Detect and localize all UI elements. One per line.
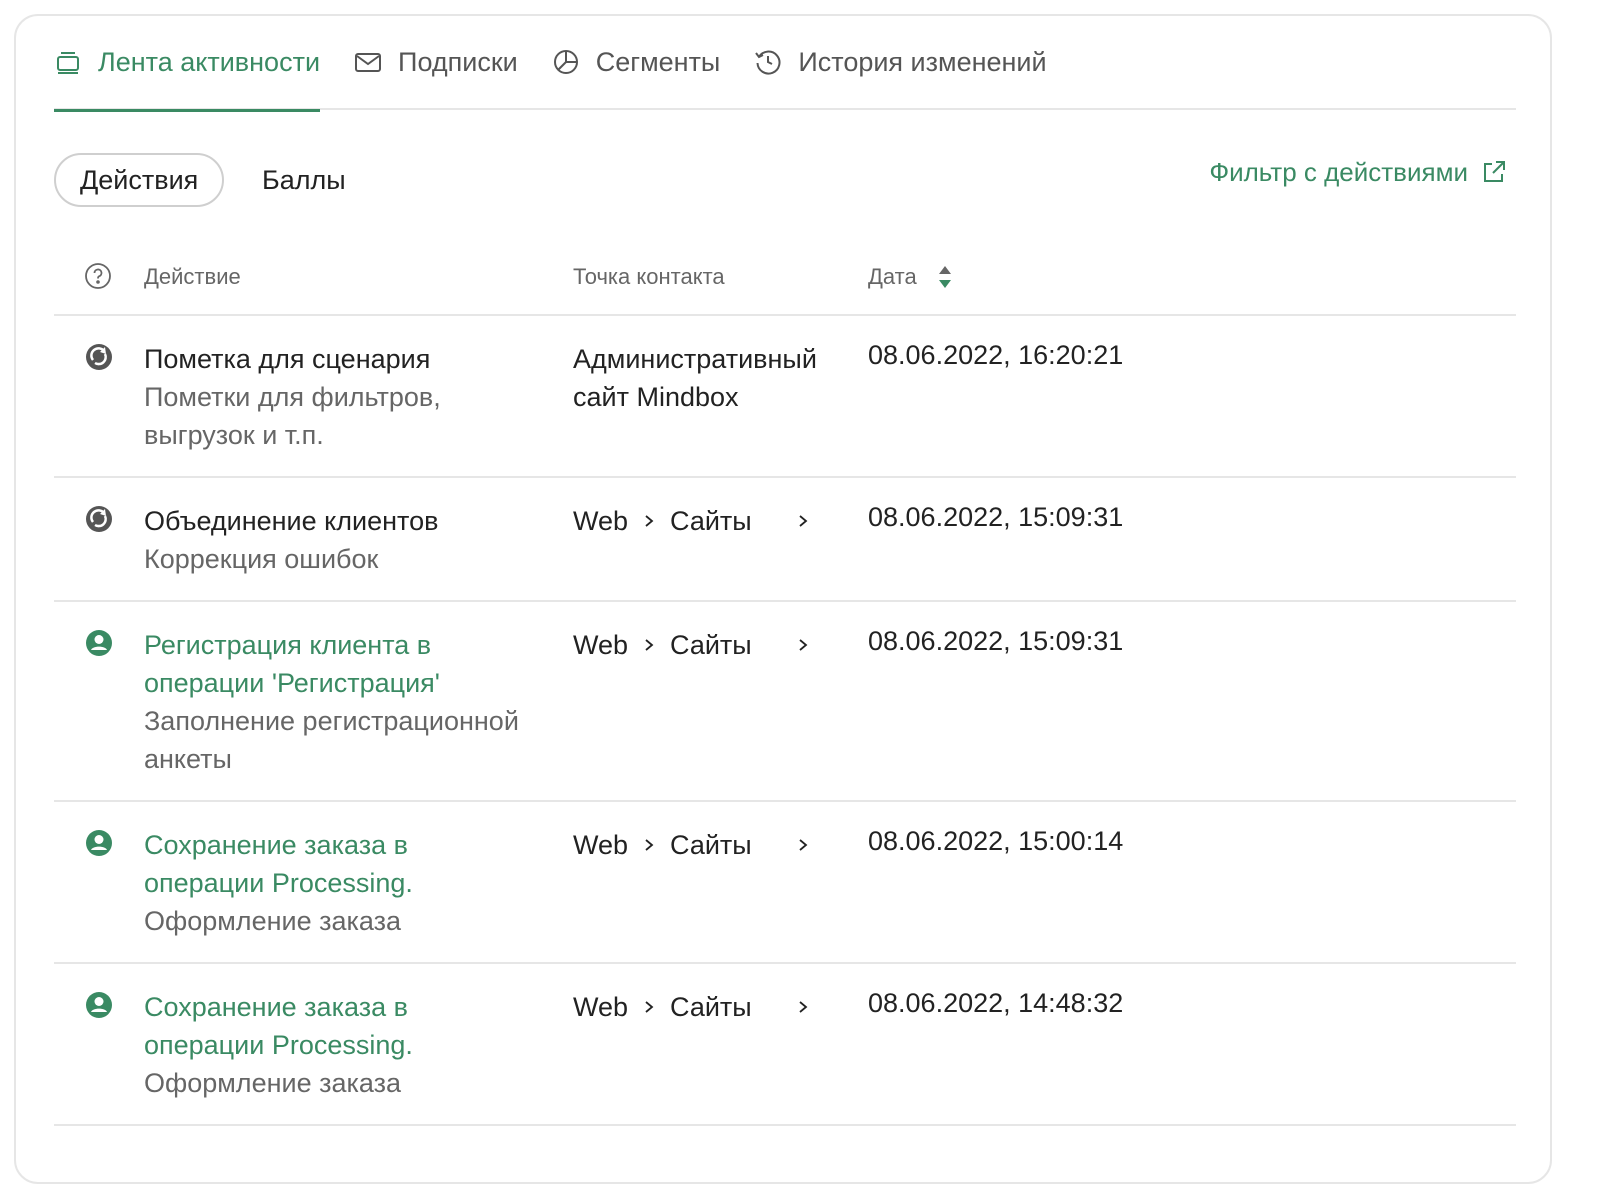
tab-label: Подписки: [398, 46, 518, 77]
contact-cell: Web Сайты: [573, 826, 863, 864]
history-icon: [754, 48, 782, 76]
table-row[interactable]: Сохранение заказа в операции Processing.…: [54, 802, 1516, 964]
contact-cell: Web Сайты: [573, 626, 863, 664]
subtab-actions[interactable]: Действия: [54, 153, 225, 207]
tab-subscriptions[interactable]: Подписки: [354, 16, 552, 110]
action-cell: Регистрация клиента в операции 'Регистра…: [144, 626, 554, 778]
tab-bar: Лента активности Подписки Сегменты Истор…: [54, 16, 1516, 112]
action-subtitle: Пометки для фильтров,: [144, 382, 441, 412]
filter-link-label: Фильтр с действиями: [1209, 156, 1468, 187]
user-icon: [84, 990, 114, 1020]
action-title-link-cont[interactable]: операции Processing.: [144, 864, 554, 902]
user-icon: [84, 828, 114, 858]
action-title: Пометка для сценария: [144, 344, 431, 374]
action-subtitle: Оформление заказа: [144, 1068, 402, 1098]
action-cell: Пометка для сценария Пометки для фильтро…: [144, 340, 554, 454]
tab-history[interactable]: История изменений: [754, 16, 1080, 110]
contact-text-cont: сайт Mindbox: [573, 382, 739, 412]
contact-breadcrumb: Web Сайты: [573, 826, 863, 864]
contact-cell: Административный сайт Mindbox: [573, 340, 863, 416]
external-link-icon: [1480, 158, 1508, 186]
chevron-right-icon[interactable]: [796, 838, 810, 852]
header-date[interactable]: Дата: [868, 264, 953, 290]
tab-label: История изменений: [798, 46, 1047, 77]
tab-label: Сегменты: [595, 46, 721, 77]
chevron-right-icon: [642, 514, 656, 528]
action-cell: Сохранение заказа в операции Processing.…: [144, 988, 554, 1102]
chevron-right-icon: [642, 838, 656, 852]
action-title-link-cont[interactable]: операции Processing.: [144, 1026, 554, 1064]
crumb-channel: Web: [573, 506, 629, 536]
action-subtitle-cont: выгрузок и т.п.: [144, 420, 324, 450]
crumb-point: Сайты: [670, 992, 752, 1022]
chevron-right-icon: [642, 1000, 656, 1014]
filter-with-actions-link[interactable]: Фильтр с действиями: [1209, 145, 1508, 199]
action-subtitle: Коррекция ошибок: [144, 544, 379, 574]
action-cell: Сохранение заказа в операции Processing.…: [144, 826, 554, 940]
action-title-link[interactable]: Регистрация клиента в: [144, 626, 554, 664]
date-cell: 08.06.2022, 15:00:14: [868, 826, 1124, 856]
user-icon: [84, 628, 114, 658]
tab-label: Лента активности: [98, 46, 321, 77]
sort-icon[interactable]: [937, 264, 953, 290]
table-header: Действие Точка контакта Дата: [54, 242, 1516, 316]
table-row[interactable]: Объединение клиентов Коррекция ошибок We…: [54, 478, 1516, 602]
action-title-link[interactable]: Сохранение заказа в: [144, 826, 554, 864]
subtab-points[interactable]: Баллы: [262, 153, 346, 207]
activity-card: Лента активности Подписки Сегменты Истор…: [14, 14, 1552, 1184]
chevron-right-icon: [642, 638, 656, 652]
chevron-right-icon[interactable]: [796, 514, 810, 528]
action-cell: Объединение клиентов Коррекция ошибок: [144, 502, 554, 578]
tab-segments[interactable]: Сегменты: [552, 16, 755, 110]
feed-icon: [54, 48, 82, 76]
contact-breadcrumb: Web Сайты: [573, 502, 863, 540]
contact-breadcrumb: Web Сайты: [573, 988, 863, 1026]
crumb-channel: Web: [573, 992, 629, 1022]
header-contact-point: Точка контакта: [573, 264, 725, 289]
contact-text: Административный: [573, 344, 817, 374]
help-icon[interactable]: [84, 262, 112, 290]
crumb-channel: Web: [573, 630, 629, 660]
action-subtitle: Заполнение регистрационной: [144, 706, 519, 736]
chevron-right-icon[interactable]: [796, 638, 810, 652]
date-cell: 08.06.2022, 16:20:21: [868, 340, 1124, 370]
action-title-link[interactable]: Сохранение заказа в: [144, 988, 554, 1026]
action-subtitle-cont: анкеты: [144, 744, 232, 774]
date-cell: 08.06.2022, 14:48:32: [868, 988, 1124, 1018]
table-row[interactable]: Сохранение заказа в операции Processing.…: [54, 964, 1516, 1126]
mail-icon: [354, 48, 382, 76]
header-action: Действие: [144, 264, 241, 289]
table-row[interactable]: Регистрация клиента в операции 'Регистра…: [54, 602, 1516, 802]
chevron-right-icon[interactable]: [796, 1000, 810, 1014]
activity-table: Действие Точка контакта Дата Пометка для…: [54, 242, 1516, 1126]
contact-cell: Web Сайты: [573, 988, 863, 1026]
crumb-point: Сайты: [670, 506, 752, 536]
system-icon: [84, 342, 114, 372]
action-subtitle: Оформление заказа: [144, 906, 402, 936]
crumb-point: Сайты: [670, 630, 752, 660]
action-title-link-cont[interactable]: операции 'Регистрация': [144, 664, 554, 702]
action-title: Объединение клиентов: [144, 506, 439, 536]
contact-breadcrumb: Web Сайты: [573, 626, 863, 664]
pie-chart-icon: [552, 48, 580, 76]
table-row[interactable]: Пометка для сценария Пометки для фильтро…: [54, 316, 1516, 478]
date-cell: 08.06.2022, 15:09:31: [868, 502, 1124, 532]
crumb-channel: Web: [573, 830, 629, 860]
contact-cell: Web Сайты: [573, 502, 863, 540]
tab-activity-feed[interactable]: Лента активности: [54, 16, 321, 112]
header-date-label: Дата: [868, 264, 917, 289]
system-icon: [84, 504, 114, 534]
date-cell: 08.06.2022, 15:09:31: [868, 626, 1124, 656]
crumb-point: Сайты: [670, 830, 752, 860]
subtab-bar: Действия Баллы Фильтр с действиями: [54, 153, 1516, 207]
